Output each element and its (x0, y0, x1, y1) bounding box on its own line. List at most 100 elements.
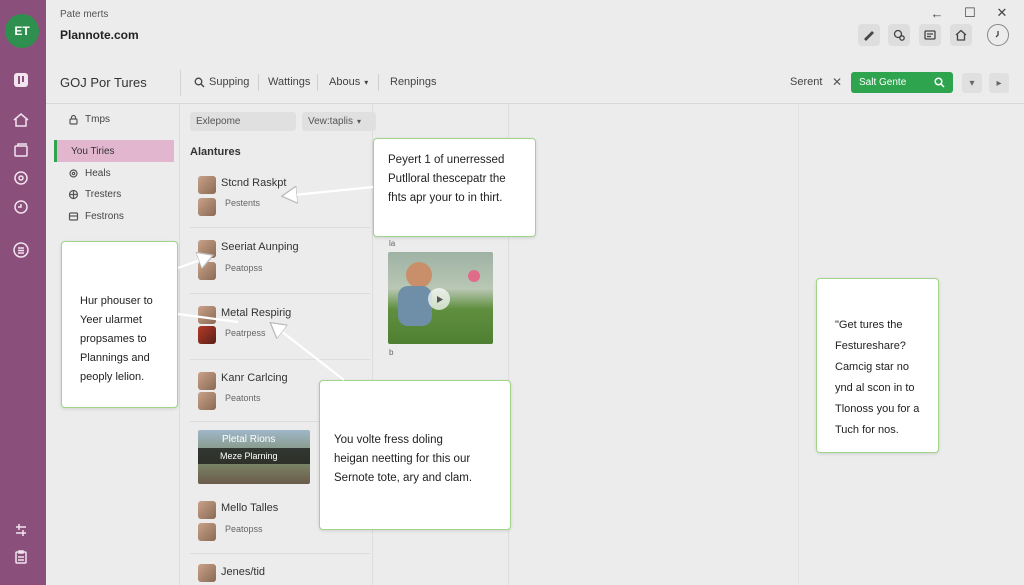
callout-line: propsames to (80, 333, 147, 345)
left-rail: ET (0, 0, 46, 585)
toolbar-separator (378, 74, 379, 91)
home-icon[interactable] (11, 110, 31, 130)
row-title: Kanr Carlcing (221, 372, 288, 384)
photo-flower (468, 270, 480, 282)
list-icon[interactable] (11, 240, 31, 260)
app-logo-icon[interactable] (11, 70, 31, 90)
callout-line: You volte fress doling (334, 434, 443, 446)
callout-line: Festureshare? (835, 340, 906, 352)
search-label: Serent (790, 76, 823, 88)
toolbar-separator (317, 74, 318, 91)
media-title: Pletal Rions (222, 434, 276, 445)
column-divider (798, 104, 799, 585)
row-avatar (198, 372, 216, 390)
callout-line: heigan neetting for this our (334, 453, 471, 465)
clock-icon[interactable] (987, 24, 1009, 46)
callout-line: Hur phouser to (80, 295, 153, 307)
row-subtitle: Peatonts (225, 393, 261, 403)
close-window-button[interactable]: ✕ (994, 5, 1010, 21)
search-icon (934, 77, 945, 88)
table-icon (68, 212, 79, 221)
row-subtitle: Pestents (225, 198, 261, 208)
filter-input[interactable]: Exlepome (190, 112, 296, 131)
toolbar: GOJ Por Tures Supping Wattings Abous ▾ R… (46, 62, 1024, 104)
home-tool-icon[interactable] (950, 24, 972, 46)
chevron-down-icon: ▾ (364, 77, 369, 87)
maximize-button[interactable]: ☐ (962, 5, 978, 21)
toolbar-item-wattings[interactable]: Wattings (268, 76, 310, 88)
lock-icon (69, 114, 78, 125)
row-subtitle: Peatrpess (225, 328, 266, 338)
share-icon[interactable] (888, 24, 910, 46)
row-avatar (198, 306, 216, 324)
row-avatar (198, 501, 216, 519)
nav-item-festrons[interactable]: Festrons (68, 211, 124, 222)
nav-item-label: Tresters (85, 189, 122, 200)
pencil-icon[interactable] (858, 24, 880, 46)
callout-line: Tlonoss you for a (835, 403, 920, 415)
row-avatar (198, 392, 216, 410)
callout-left: Hur phouser to Yeer ularmet propsames to… (61, 241, 178, 408)
activity-icon[interactable] (11, 197, 31, 217)
list-item[interactable]: Metal Respirig Peatrpess (190, 296, 370, 360)
row-avatar (198, 176, 216, 194)
callout-line: ynd al scon in to (835, 382, 915, 394)
chevron-right-icon: ▸ (996, 77, 1002, 89)
next-button[interactable]: ▸ (989, 73, 1009, 93)
clipboard-icon[interactable] (11, 547, 31, 567)
callout-line: Yeer ularmet (80, 314, 142, 326)
row-title: Jenes/tid (221, 566, 266, 578)
callout-right: "Get tures the Festureshare? Camcig star… (816, 278, 939, 453)
toolbar-item-label: Wattings (268, 76, 311, 88)
back-button[interactable]: ← (929, 5, 945, 21)
row-avatar (198, 523, 216, 541)
row-avatar (198, 564, 216, 582)
nav-item-active[interactable]: You Tiries (54, 140, 174, 162)
list-item[interactable]: Stcnd Raskpt Pestents (190, 166, 370, 228)
search-button[interactable]: Salt Gente (851, 72, 953, 93)
photo-person-head (406, 262, 432, 288)
callout-line: "Get tures the (835, 319, 903, 331)
row-avatar (198, 240, 216, 258)
dropdown-button[interactable]: ▾ (962, 73, 982, 93)
document-icon[interactable] (919, 24, 941, 46)
row-subtitle: Peatopss (225, 263, 263, 273)
nav-item-label: Festrons (85, 211, 124, 222)
callout-line: Sernote tote, ary and clam. (334, 472, 473, 484)
toolbar-divider (180, 70, 181, 96)
list-heading: Alantures (190, 146, 241, 158)
callout-line: fhts apr your to in thirt. (388, 192, 503, 204)
row-title: Stcnd Raskpt (221, 177, 287, 189)
app-subtitle: Pate merts (60, 9, 109, 20)
play-icon[interactable] (428, 288, 450, 310)
clear-search-button[interactable]: ✕ (832, 75, 842, 89)
nav-item-heals[interactable]: Heals (68, 168, 111, 179)
settings-icon[interactable] (11, 168, 31, 188)
list-item[interactable]: Seeriat Aunping Peatopss (190, 230, 370, 294)
photo-person-body (398, 286, 432, 326)
search-button-label: Salt Gente (859, 77, 907, 88)
toolbar-search-tab[interactable]: Supping (194, 76, 249, 88)
toolbar-item-abous[interactable]: Abous ▾ (329, 76, 368, 88)
preview-photo[interactable] (388, 252, 493, 344)
filter-icon[interactable] (11, 520, 31, 540)
toolbar-separator (258, 74, 259, 91)
row-avatar (198, 262, 216, 280)
callout-line: Tuch for nos. (835, 424, 899, 436)
list-item[interactable]: Jenes/tid (190, 556, 370, 585)
nav-item-tmps[interactable]: Tmps (68, 114, 110, 125)
row-title: Seeriat Aunping (221, 241, 299, 253)
user-avatar[interactable]: ET (5, 14, 39, 48)
preview-label: b (389, 348, 394, 357)
toolbar-item-label: Supping (209, 76, 250, 88)
chevron-down-icon: ▾ (969, 77, 975, 89)
toolbar-item-renpings[interactable]: Renpings (390, 76, 436, 88)
nav-item-tresters[interactable]: Tresters (68, 189, 121, 200)
callout-line: peoply lelion. (80, 371, 145, 383)
preview-label: la (389, 239, 396, 248)
gear-icon (69, 169, 78, 178)
view-select[interactable]: Vew:taplis ▾ (302, 112, 376, 131)
row-avatar (198, 198, 216, 216)
row-avatar (198, 326, 216, 344)
folder-icon[interactable] (11, 140, 31, 160)
